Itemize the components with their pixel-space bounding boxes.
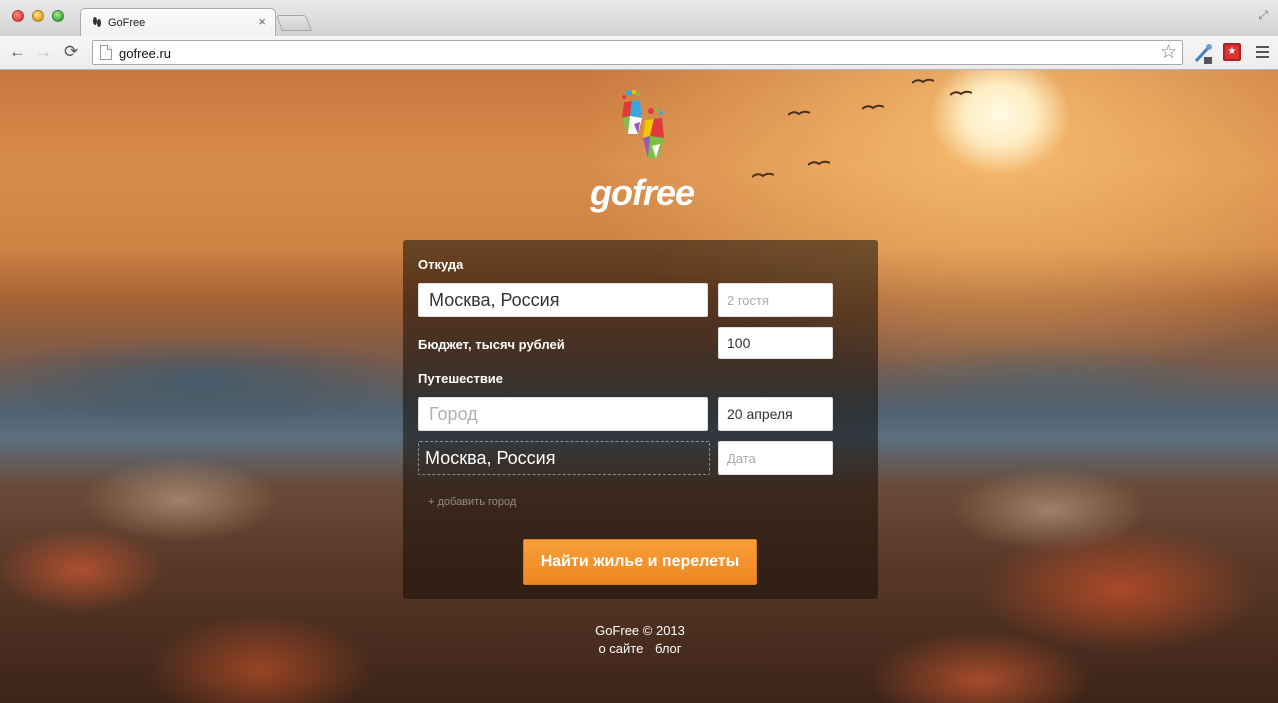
bird-icon <box>752 172 774 178</box>
footprint-favicon-icon <box>93 17 101 27</box>
blog-link[interactable]: блог <box>655 641 682 656</box>
budget-input[interactable]: 100 <box>718 327 833 359</box>
destination-city-input[interactable]: Город <box>418 397 708 431</box>
from-label: Откуда <box>418 257 464 272</box>
page-background: gofree Откуда Москва, Россия 2 гостя Бюд… <box>0 70 1278 703</box>
bird-icon <box>808 160 830 166</box>
return-city-field[interactable]: Москва, Россия <box>418 441 710 475</box>
copyright-text: GoFree © 2013 <box>595 623 685 638</box>
gofree-footprints-logo <box>622 90 664 158</box>
guests-input[interactable]: 2 гостя <box>718 283 833 317</box>
budget-label: Бюджет, тысяч рублей <box>418 337 565 352</box>
browser-menu-icon[interactable] <box>1256 46 1269 61</box>
window-maximize-button[interactable] <box>52 10 64 22</box>
page-footer: GoFree © 2013 о сайте блог <box>590 622 690 658</box>
bird-icon <box>912 78 934 84</box>
add-city-link[interactable]: + добавить город <box>428 496 516 508</box>
reload-icon[interactable]: ⟳ <box>64 41 78 63</box>
brand-wordmark: gofree <box>590 172 695 213</box>
from-city-input[interactable]: Москва, Россия <box>418 283 708 317</box>
tab-close-icon[interactable]: × <box>258 14 266 29</box>
trip-label: Путешествие <box>418 371 504 386</box>
new-tab-button[interactable] <box>276 15 312 31</box>
trip-date-input[interactable]: 20 апреля <box>718 397 833 431</box>
window-minimize-button[interactable] <box>32 10 44 22</box>
search-submit-button[interactable]: Найти жилье и перелеты <box>523 539 757 585</box>
bird-icon <box>862 104 884 110</box>
about-link[interactable]: о сайте <box>598 641 643 656</box>
bird-icon <box>788 110 810 116</box>
extension-tool-icon[interactable] <box>1192 43 1214 65</box>
window-close-button[interactable] <box>12 10 24 22</box>
forward-arrow-icon[interactable]: → <box>35 41 52 63</box>
tab-title: GoFree <box>108 17 146 29</box>
bookmark-star-icon[interactable]: ☆ <box>1160 41 1177 64</box>
page-icon <box>100 45 112 60</box>
browser-titlebar: GoFree × ⤢ <box>0 0 1278 37</box>
browser-toolbar: ← → ⟳ gofree.ru ☆ <box>0 36 1278 70</box>
browser-tab[interactable]: GoFree × <box>80 8 276 37</box>
return-date-input[interactable]: Дата <box>718 441 833 475</box>
bird-icon <box>950 90 972 96</box>
back-arrow-icon[interactable]: ← <box>9 41 26 63</box>
fullscreen-icon[interactable]: ⤢ <box>1258 8 1268 23</box>
url-text[interactable]: gofree.ru <box>119 46 171 61</box>
address-bar[interactable]: gofree.ru ☆ <box>92 40 1183 65</box>
extension-badge-icon[interactable]: ★ <box>1223 43 1241 61</box>
search-form-panel: Откуда Москва, Россия 2 гостя Бюджет, ты… <box>403 240 878 599</box>
